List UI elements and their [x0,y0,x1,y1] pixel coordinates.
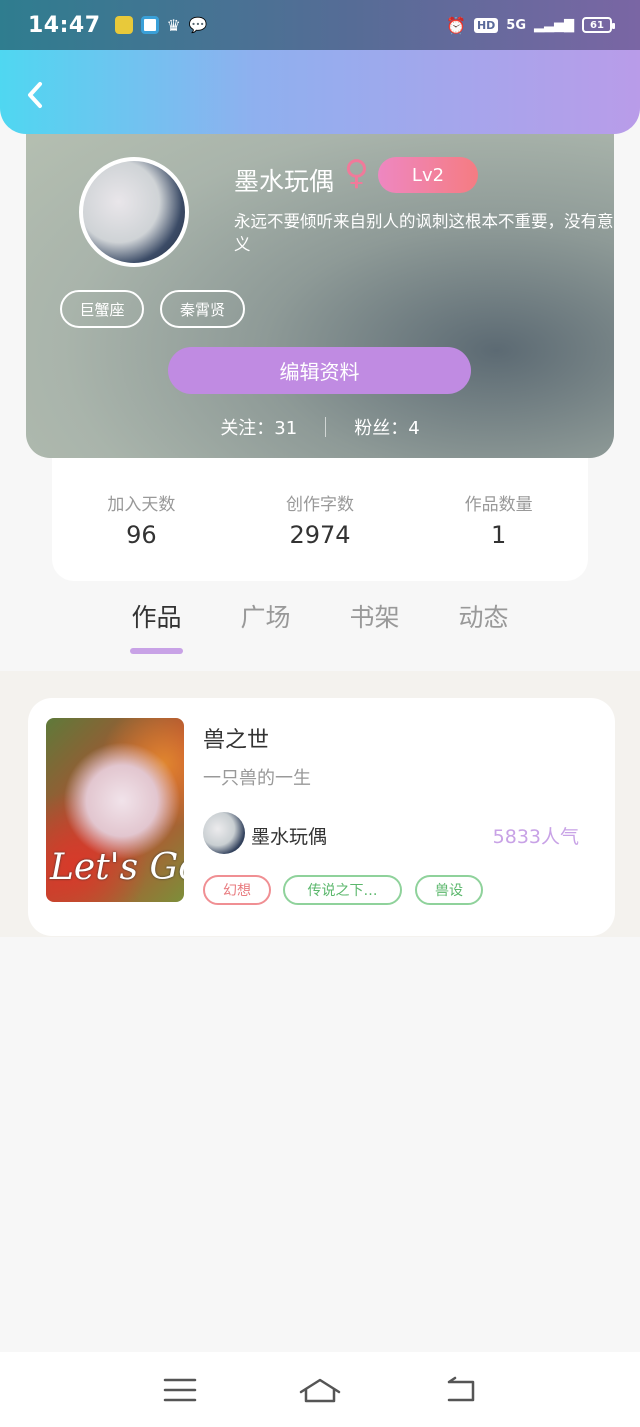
home-button[interactable] [296,1370,344,1410]
tab-bookshelf[interactable]: 书架 [320,598,429,654]
stat-value: 1 [491,521,507,549]
stat-value: 96 [126,521,157,549]
work-description: 一只兽的一生 [203,768,311,789]
username: 墨水玩偶 [234,167,335,196]
author-name: 墨水玩偶 [251,826,328,848]
system-nav-bar [0,1352,640,1427]
signature-text: 永远不要倾听来自别人的讽刺这根本不重要，没有意义 [234,212,614,254]
followers-count[interactable]: 粉丝：4 [354,414,419,440]
status-right-icons: ⏰ HD 5G ▂▃▅▇ 61 [446,15,615,35]
status-notification-icons: ♛ 💬 [114,15,208,35]
status-bar: 14:47 ♛ 💬 ⏰ HD 5G ▂▃▅▇ 61 [0,0,640,50]
author-avatar [203,812,245,854]
home-icon [299,1378,341,1402]
work-tag[interactable]: 传说之下… [283,875,402,905]
work-tag[interactable]: 兽设 [415,875,483,905]
tab-square[interactable]: 广场 [211,598,320,654]
network-label: 5G [506,17,526,33]
work-cover[interactable]: Let's Go [46,718,184,902]
wechat-icon: 💬 [188,16,208,34]
battery-icon: 61 [582,17,615,33]
level-badge: Lv2 [378,157,478,193]
works-list: Let's Go 兽之世 一只兽的一生 墨水玩偶 5833人气 幻想 传说之下…… [0,671,640,937]
stat-word-count: 创作字数 2974 [231,490,410,581]
edit-profile-button[interactable]: 编辑资料 [168,347,471,394]
work-title[interactable]: 兽之世 [203,722,269,754]
profile-tag: 秦霄贤 [160,290,245,328]
status-time: 14:47 [28,12,101,38]
stat-join-days: 加入天数 96 [52,490,231,581]
divider [325,417,327,437]
app-notification-icon [114,16,133,34]
battery-level: 61 [590,19,604,31]
profile-card: 墨水玩偶 ♀ Lv2 永远不要倾听来自别人的讽刺这根本不重要，没有意义 巨蟹座 … [26,100,614,458]
back-button[interactable] [18,78,52,112]
avatar[interactable] [79,157,189,267]
stat-label: 加入天数 [107,495,176,515]
menu-icon [163,1378,197,1401]
female-icon: ♀ [344,153,369,193]
chevron-left-icon [28,82,42,108]
profile-tag: 巨蟹座 [60,290,144,328]
follow-row: 关注：31 粉丝：4 [26,414,614,440]
work-card[interactable]: Let's Go 兽之世 一只兽的一生 墨水玩偶 5833人气 幻想 传说之下…… [28,698,615,936]
stat-label: 创作字数 [286,495,354,515]
popularity-count: 5833人气 [492,826,579,848]
crown-icon: ♛ [166,15,181,35]
following-count[interactable]: 关注：31 [220,414,297,440]
stat-value: 2974 [289,521,351,549]
back-nav-button[interactable] [436,1370,484,1410]
cover-text: Let's Go [50,847,184,888]
stat-works-count: 作品数量 1 [409,490,588,581]
menu-button[interactable] [156,1370,204,1410]
stat-label: 作品数量 [464,495,533,515]
back-arrow-icon [447,1376,475,1401]
hd-badge: HD [473,17,499,33]
signal-icon: ▂▃▅▇ [534,17,574,33]
stats-card: 加入天数 96 创作字数 2974 作品数量 1 [52,440,588,581]
alarm-icon: ⏰ [446,15,466,35]
tab-moments[interactable]: 动态 [429,598,538,654]
tab-works[interactable]: 作品 [102,598,211,654]
work-tag[interactable]: 幻想 [203,875,271,905]
tab-bar: 作品 广场 书架 动态 [102,598,538,654]
app-notification-icon [140,16,159,34]
